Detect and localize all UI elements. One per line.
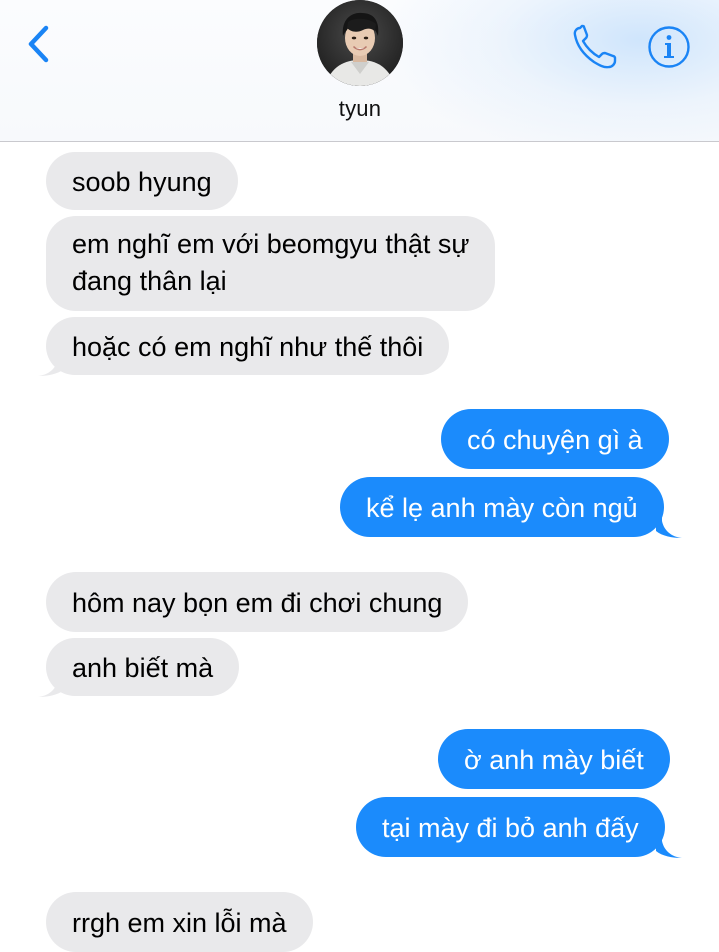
conversation-header: tyun <box>0 0 719 142</box>
call-button[interactable] <box>568 22 620 72</box>
incoming-bubble-tail <box>38 349 64 376</box>
message-text: tại mày đi bỏ anh đấy <box>382 813 639 843</box>
outgoing-bubble-tail <box>656 831 682 858</box>
info-button[interactable] <box>646 24 692 70</box>
info-icon <box>648 26 690 68</box>
incoming-bubble-tail <box>38 670 64 697</box>
message-text: kể lẹ anh mày còn ngủ <box>366 493 638 523</box>
incoming-message[interactable]: anh biết mà <box>46 638 240 696</box>
message-text: có chuyện gì à <box>467 425 643 455</box>
incoming-message[interactable]: rrgh em xin lỗi mà <box>46 892 313 952</box>
incoming-message[interactable]: hoặc có em nghĩ như thế thôi <box>46 317 450 375</box>
chevron-left-icon <box>28 25 49 63</box>
outgoing-message[interactable]: có chuyện gì à <box>441 409 669 469</box>
incoming-message[interactable]: hôm nay bọn em đi chơi chung <box>46 572 469 632</box>
outgoing-message[interactable]: ờ anh mày biết <box>438 729 670 789</box>
outgoing-bubble-tail <box>656 511 682 538</box>
message-text-line-2: đang thân lại <box>72 266 227 296</box>
outgoing-message[interactable]: tại mày đi bỏ anh đấy <box>356 797 665 857</box>
message-text: anh biết mà <box>72 653 214 683</box>
message-text: rrgh em xin lỗi mà <box>72 908 287 938</box>
message-text-line-1: em nghĩ em với beomgyu thật sự <box>72 229 470 259</box>
message-text: hoặc có em nghĩ như thế thôi <box>72 332 424 362</box>
outgoing-message[interactable]: kể lẹ anh mày còn ngủ <box>340 477 664 537</box>
contact-name[interactable]: tyun <box>260 96 460 122</box>
message-text: soob hyung <box>72 167 212 197</box>
message-text: hôm nay bọn em đi chơi chung <box>72 588 443 618</box>
avatar-photo <box>317 0 403 86</box>
incoming-message[interactable]: soob hyung <box>46 152 238 210</box>
incoming-message[interactable]: em nghĩ em với beomgyu thật sự đang thân… <box>46 216 496 311</box>
contact-avatar[interactable] <box>317 0 403 86</box>
message-text: ờ anh mày biết <box>464 745 644 775</box>
phone-icon <box>573 24 617 69</box>
back-button[interactable] <box>22 22 56 66</box>
message-thread[interactable]: soob hyung em nghĩ em với beomgyu thật s… <box>0 143 719 952</box>
